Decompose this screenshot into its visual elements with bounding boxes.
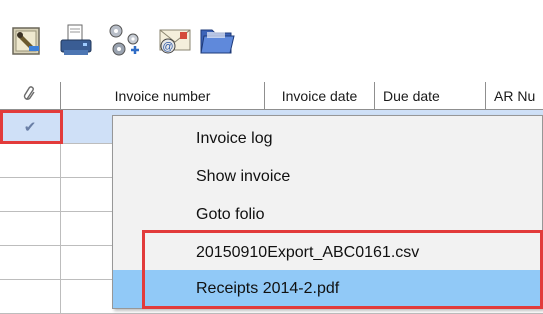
- toolbar: @: [0, 0, 543, 80]
- menu-item-label: 20150910Export_ABC0161.csv: [196, 244, 420, 261]
- column-header-invoice-number[interactable]: Invoice number: [61, 82, 265, 110]
- column-label: Invoice date: [281, 87, 358, 104]
- column-header-ar-number[interactable]: AR Nu: [486, 82, 543, 110]
- row-checkbox[interactable]: [0, 212, 61, 246]
- menu-item-label: Invoice log: [196, 130, 273, 147]
- menu-item-label: Receipts 2014-2.pdf: [196, 280, 340, 297]
- menu-item-attachment-csv[interactable]: 20150910Export_ABC0161.csv: [113, 234, 542, 272]
- row-checkbox[interactable]: [0, 144, 61, 178]
- paperclip-icon: [23, 86, 37, 105]
- grid-header: Invoice number Invoice date Due date AR …: [0, 82, 543, 110]
- menu-item-show-invoice[interactable]: Show invoice: [113, 158, 542, 196]
- row-checkbox[interactable]: ✔: [0, 110, 61, 144]
- row-checkbox[interactable]: [0, 246, 61, 280]
- column-header-due-date[interactable]: Due date: [375, 82, 486, 110]
- context-menu: Invoice log Show invoice Goto folio 2015…: [112, 115, 543, 309]
- menu-item-label: Show invoice: [196, 168, 291, 185]
- column-header-attachment[interactable]: [0, 82, 61, 110]
- menu-item-attachment-pdf[interactable]: Receipts 2014-2.pdf: [113, 270, 542, 308]
- folder-icon[interactable]: [197, 20, 237, 60]
- menu-item-invoice-log[interactable]: Invoice log: [113, 120, 542, 158]
- menu-item-label: Goto folio: [196, 206, 265, 223]
- column-label: Due date: [383, 87, 440, 104]
- row-checkbox[interactable]: [0, 178, 61, 212]
- approve-icon[interactable]: [7, 20, 47, 60]
- workflow-icon[interactable]: [105, 20, 145, 60]
- column-label: AR Nu: [494, 87, 536, 104]
- email-icon[interactable]: @: [154, 20, 194, 60]
- svg-text:@: @: [162, 41, 173, 53]
- menu-item-goto-folio[interactable]: Goto folio: [113, 196, 542, 234]
- column-header-invoice-date[interactable]: Invoice date: [265, 82, 375, 110]
- print-icon[interactable]: [56, 20, 96, 60]
- check-icon: ✔: [23, 118, 37, 136]
- column-label: Invoice number: [114, 87, 211, 104]
